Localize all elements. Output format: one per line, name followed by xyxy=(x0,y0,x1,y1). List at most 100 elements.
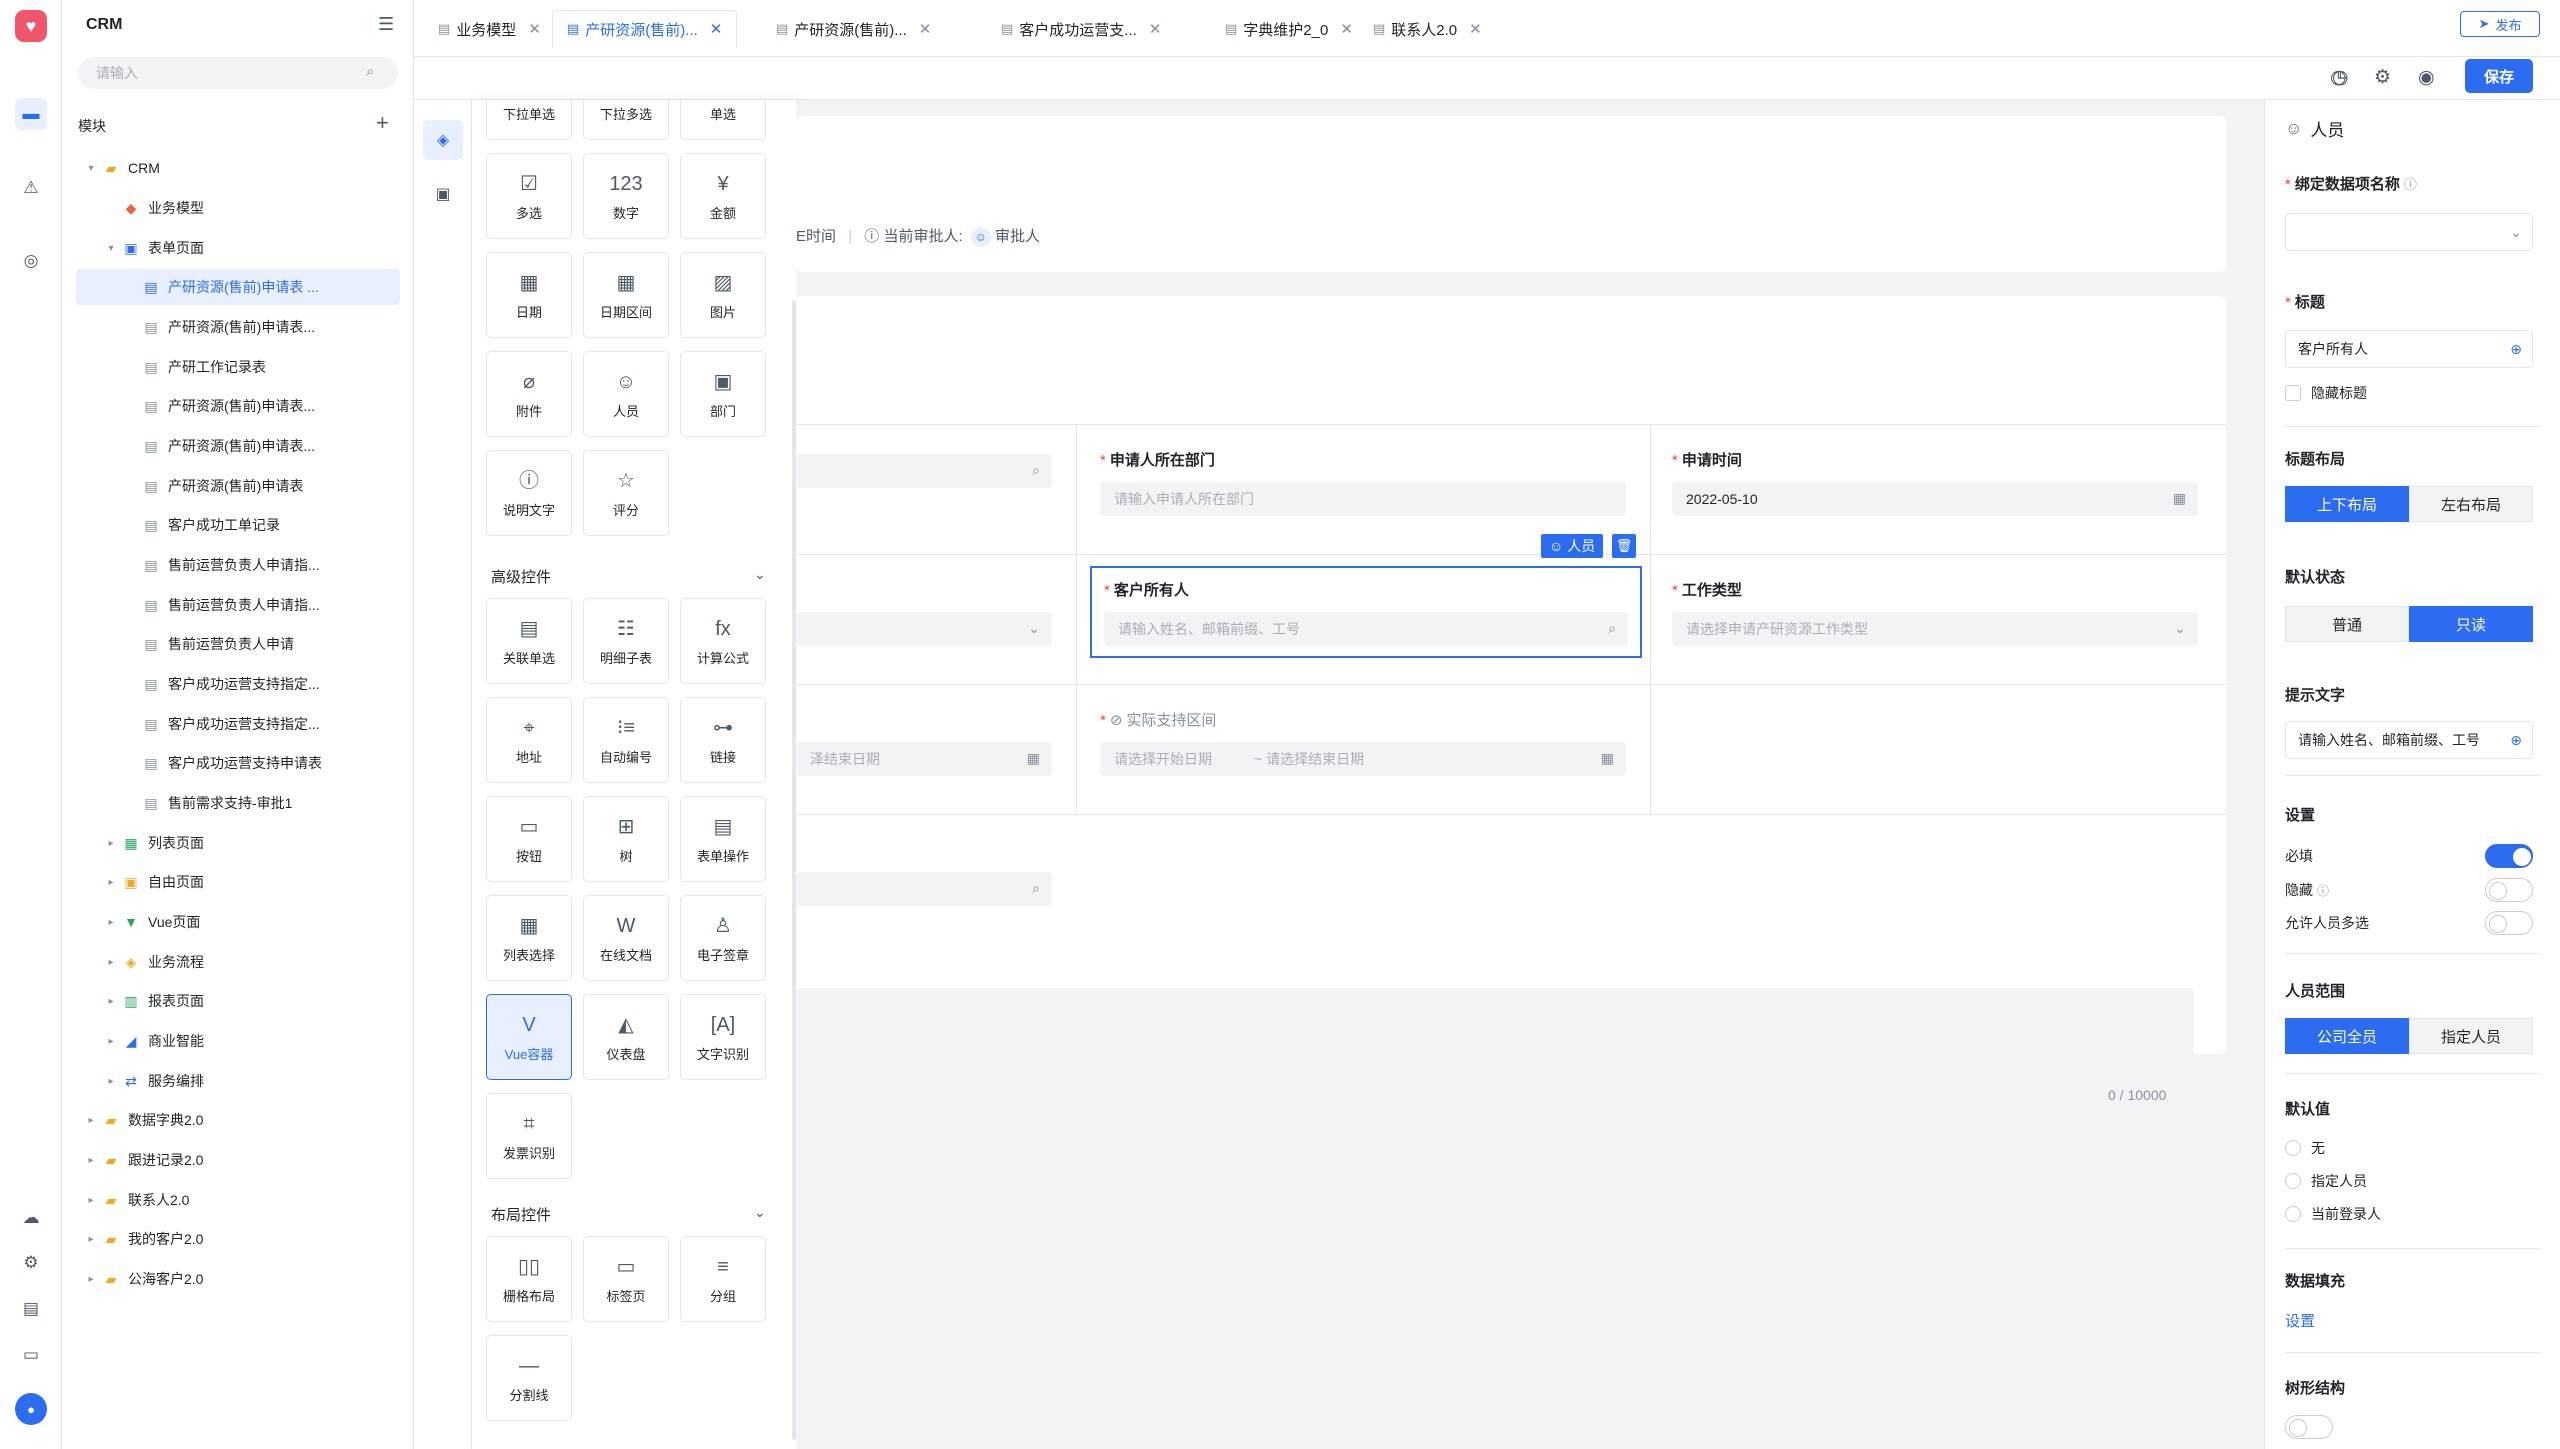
scope-all-option[interactable]: 公司全员 xyxy=(2285,1018,2409,1054)
tree-item[interactable]: ▤ 产研资源(售前)申请表... xyxy=(76,388,400,424)
owner-input[interactable]: 请输入姓名、邮箱前缀、工号 ⌕ xyxy=(1104,612,1628,646)
chevron-icon[interactable]: ▸ xyxy=(82,1155,100,1166)
advanced-section-title[interactable]: 高级控件 xyxy=(491,566,551,587)
close-icon[interactable]: ✕ xyxy=(1149,20,1162,38)
delete-icon[interactable]: 🗑 xyxy=(1612,534,1636,558)
hide-title-checkbox[interactable]: 隐藏标题 xyxy=(2285,383,2367,403)
globe-icon[interactable]: ⊕ xyxy=(2510,732,2522,749)
palette-item[interactable]: ▤ 关联单选 xyxy=(486,598,572,684)
palette-item[interactable]: ⊞ 树 xyxy=(583,796,669,882)
tree-item[interactable]: ▸ ▰ 公海客户2.0 xyxy=(76,1261,400,1297)
tree-item[interactable]: ▾ ▣ 表单页面 xyxy=(76,230,400,266)
palette-item[interactable]: W 在线文档 xyxy=(583,895,669,981)
scope-specific-option[interactable]: 指定人员 xyxy=(2409,1018,2533,1054)
chevron-down-icon[interactable]: ⌄ xyxy=(754,566,766,583)
palette-item[interactable]: ▭ 标签页 xyxy=(583,1236,669,1322)
folder-icon[interactable]: ▬ xyxy=(15,98,47,130)
tree-item[interactable]: ▤ 售前运营负责人申请指... xyxy=(76,587,400,623)
selected-field-tag[interactable]: ☺ 人员 xyxy=(1541,534,1604,558)
palette-item[interactable]: ▣ 部门 xyxy=(680,351,766,437)
chevron-icon[interactable]: ▸ xyxy=(102,1076,120,1087)
palette-item[interactable]: ≡ 分组 xyxy=(680,1236,766,1322)
tab-3[interactable]: ▤ 客户成功运营支... ✕ xyxy=(987,10,1175,48)
palette-item[interactable]: ▤ 表单操作 xyxy=(680,796,766,882)
palette-item[interactable]: ⌖ 地址 xyxy=(486,697,572,783)
tree-item[interactable]: ▸ ▰ 数据字典2.0 xyxy=(76,1102,400,1138)
tree-item[interactable]: ▸ ▰ 联系人2.0 xyxy=(76,1182,400,1218)
hidden-switch[interactable] xyxy=(2485,878,2533,902)
tab-5[interactable]: ▤ 联系人2.0 ✕ xyxy=(1359,10,1496,48)
alert-icon[interactable]: ⚠ xyxy=(15,172,47,204)
tree-item[interactable]: ▤ 产研资源(售前)申请表 xyxy=(76,468,400,504)
chevron-icon[interactable]: ▸ xyxy=(102,838,120,849)
palette-item[interactable]: ⌀ 附件 xyxy=(486,351,572,437)
chevron-down-icon[interactable]: ⌄ xyxy=(754,1204,766,1221)
state-normal-option[interactable]: 普通 xyxy=(2285,606,2409,642)
chevron-icon[interactable]: ▸ xyxy=(102,957,120,968)
row4-left-input[interactable]: ⌕ xyxy=(796,872,1052,906)
palette-item[interactable]: ♙ 电子签章 xyxy=(680,895,766,981)
tree-item[interactable]: ▤ 客户成功工单记录 xyxy=(76,507,400,543)
search-icon[interactable]: ⌕ xyxy=(366,63,374,80)
chevron-icon[interactable]: ▸ xyxy=(82,1274,100,1285)
default-current-user-radio[interactable]: 当前登录人 xyxy=(2285,1204,2381,1224)
app-logo[interactable]: ♥ xyxy=(15,10,47,42)
chevron-icon[interactable]: ▸ xyxy=(82,1234,100,1245)
chevron-icon[interactable]: ▸ xyxy=(102,996,120,1007)
palette-item[interactable]: 123 数字 xyxy=(583,153,669,239)
work-type-select[interactable]: 请选择申请产研资源工作类型 ⌄ xyxy=(1672,612,2198,646)
palette-item[interactable]: ▦ 日期 xyxy=(486,252,572,338)
chat-icon[interactable]: ▭ xyxy=(15,1339,47,1371)
tree-item[interactable]: ▤ 客户成功运营支持指定... xyxy=(76,706,400,742)
tree-item[interactable]: ▸ ▣ 自由页面 xyxy=(76,864,400,900)
tree-item[interactable]: ▤ 客户成功运营支持申请表 xyxy=(76,745,400,781)
compass-icon[interactable]: ◎ xyxy=(15,245,47,277)
palette-item[interactable]: [A] 文字识别 xyxy=(680,994,766,1080)
tree-item[interactable]: ▤ 产研资源(售前)申请表 ... xyxy=(76,269,400,305)
globe-icon[interactable]: ⊕ xyxy=(2510,341,2522,358)
chevron-icon[interactable]: ▾ xyxy=(82,163,100,174)
palette-item[interactable]: ▭ 按钮 xyxy=(486,796,572,882)
tree-item[interactable]: ▤ 产研资源(售前)申请表... xyxy=(76,309,400,345)
palette-item[interactable]: ⓘ 说明文字 xyxy=(486,450,572,536)
avatar[interactable]: ● xyxy=(15,1393,47,1425)
palette-item[interactable]: ☷ 明细子表 xyxy=(583,598,669,684)
close-icon[interactable]: ✕ xyxy=(1340,20,1353,38)
required-switch[interactable] xyxy=(2485,844,2533,868)
tree-item[interactable]: ▸ ⇄ 服务编排 xyxy=(76,1063,400,1099)
dept-input[interactable]: 请输入申请人所在部门 xyxy=(1100,482,1626,516)
save-button[interactable]: 保存 xyxy=(2465,59,2533,93)
publish-button[interactable]: ➤ 发布 xyxy=(2460,11,2540,37)
palette-item[interactable]: ☆ 评分 xyxy=(583,450,669,536)
default-none-radio[interactable]: 无 xyxy=(2285,1138,2325,1158)
palette-item[interactable]: ▦ 列表选择 xyxy=(486,895,572,981)
tree-item[interactable]: ◆ 业务模型 xyxy=(76,190,400,226)
field-left-input[interactable]: ⌕ xyxy=(796,454,1052,488)
palette-item[interactable]: 下拉单选 xyxy=(486,100,572,140)
title-input[interactable]: 客户所有人 ⊕ xyxy=(2285,330,2533,368)
field-left-select[interactable]: ⌄ xyxy=(796,612,1052,646)
bind-field-select[interactable]: ⌄ xyxy=(2285,213,2533,251)
tree-item[interactable]: ▸ ◈ 业务流程 xyxy=(76,944,400,980)
layers-icon[interactable]: ◈ xyxy=(423,120,463,160)
tree-item[interactable]: ▤ 产研资源(售前)申请表... xyxy=(76,428,400,464)
close-icon[interactable]: ✕ xyxy=(710,20,723,38)
tree-search-input[interactable] xyxy=(78,57,398,89)
palette-item[interactable]: 下拉多选 xyxy=(583,100,669,140)
palette-item[interactable]: — 分割线 xyxy=(486,1335,572,1421)
tree-item[interactable]: ▸ ▼ Vue页面 xyxy=(76,904,400,940)
data-source-icon[interactable]: ▣ xyxy=(423,174,463,214)
chevron-icon[interactable]: ▸ xyxy=(102,1036,120,1047)
long-text-area[interactable] xyxy=(796,988,2194,1108)
chevron-icon[interactable]: ▸ xyxy=(82,1115,100,1126)
layout-section-title[interactable]: 布局控件 xyxy=(491,1204,551,1225)
tree-item[interactable]: ▸ ▰ 我的客户2.0 xyxy=(76,1221,400,1257)
palette-item[interactable]: ☑ 多选 xyxy=(486,153,572,239)
palette-item[interactable]: ◭ 仪表盘 xyxy=(583,994,669,1080)
tab-0[interactable]: ▤ 业务模型 ✕ xyxy=(424,10,555,48)
palette-item[interactable]: V Vue容器 xyxy=(486,994,572,1080)
tree-item[interactable]: ▸ ◢ 商业智能 xyxy=(76,1023,400,1059)
tree-item[interactable]: ▤ 售前运营负责人申请 xyxy=(76,626,400,662)
tree-item[interactable]: ▸ ▦ 列表页面 xyxy=(76,825,400,861)
chevron-icon[interactable]: ▸ xyxy=(82,1195,100,1206)
